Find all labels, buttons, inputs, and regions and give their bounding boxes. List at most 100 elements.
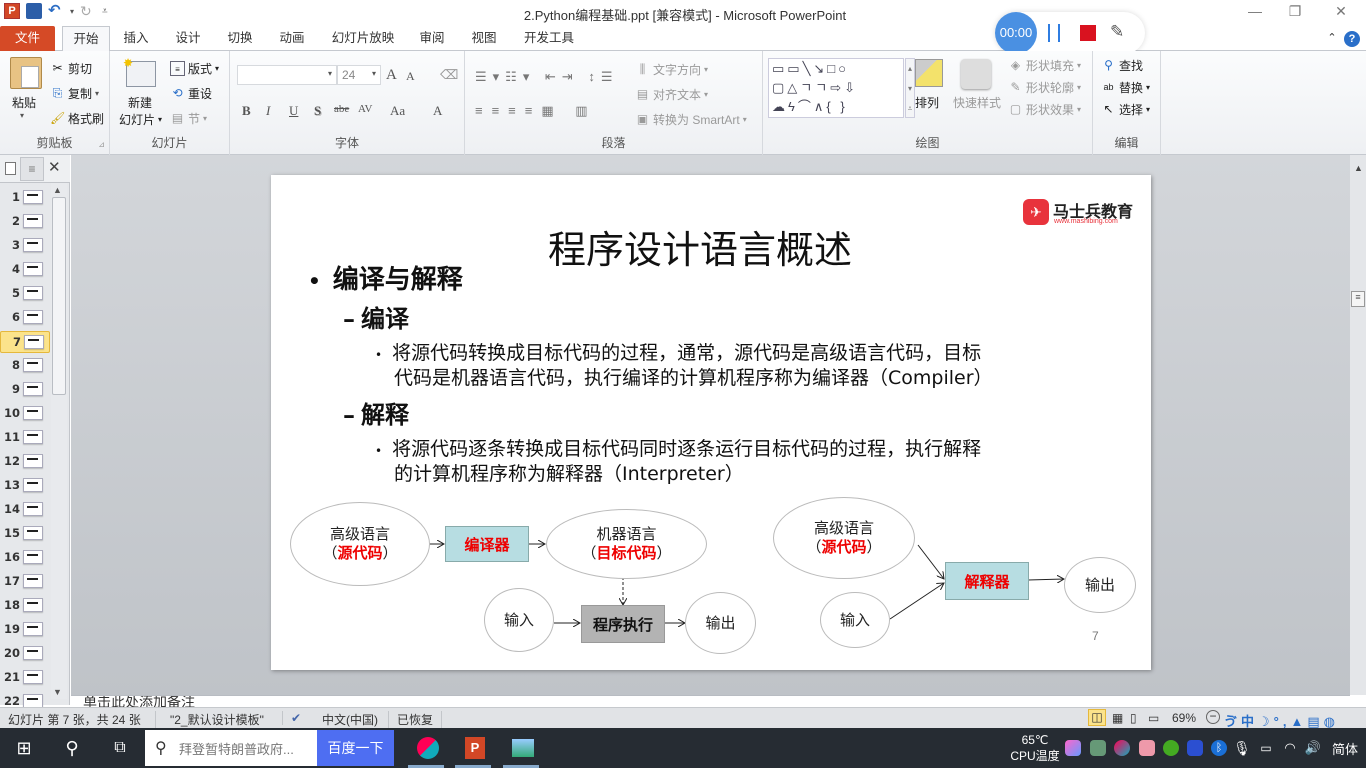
undo-dropdown-icon[interactable]: ▾ bbox=[70, 7, 74, 16]
tab-animations[interactable]: 动画 bbox=[270, 26, 314, 51]
close-pane-icon[interactable]: ✕ bbox=[48, 158, 61, 176]
bold-button[interactable]: B bbox=[242, 103, 251, 119]
notes-pane[interactable]: 单击此处添加备注 bbox=[71, 695, 1350, 707]
text-direction-button[interactable]: ⫼ 文字方向 ▾ bbox=[635, 61, 708, 78]
replace-button[interactable]: ab 替换 ▾ bbox=[1101, 79, 1150, 96]
slide-thumbnail[interactable]: 16 bbox=[0, 547, 50, 569]
new-slide-dropdown[interactable]: 幻灯片 ▾ bbox=[119, 111, 162, 128]
app-icon-browser[interactable] bbox=[408, 728, 448, 768]
tab-design[interactable]: 设计 bbox=[166, 26, 210, 51]
slides-tab-icon[interactable] bbox=[5, 162, 16, 175]
select-button[interactable]: ↖ 选择 ▾ bbox=[1101, 101, 1150, 118]
shapes-gallery-scroll[interactable]: ▴ ▾ ⩡ bbox=[905, 58, 915, 118]
app-icon-photos[interactable] bbox=[503, 728, 543, 768]
outline-tab-icon[interactable]: ≡ bbox=[20, 157, 44, 181]
normal-view-icon[interactable]: ◫ bbox=[1088, 709, 1106, 726]
format-painter-button[interactable]: 🖌 格式刷 bbox=[50, 110, 104, 127]
save-icon[interactable] bbox=[26, 3, 42, 19]
slide-thumbnail[interactable]: 9 bbox=[0, 379, 50, 401]
slide-thumbnail[interactable]: 7 bbox=[0, 331, 50, 353]
recording-timer[interactable]: 00:00 bbox=[995, 12, 1037, 54]
slide-sorter-view-icon[interactable]: ▦ bbox=[1112, 711, 1123, 725]
slide-thumbnail[interactable]: 12 bbox=[0, 451, 50, 473]
scroll-thumb[interactable]: ≡ bbox=[1351, 291, 1365, 307]
arrange-button[interactable]: 排列 bbox=[915, 94, 939, 111]
tray-nvidia-icon[interactable] bbox=[1163, 740, 1179, 756]
tray-flower-icon[interactable] bbox=[1139, 740, 1155, 756]
pen-icon[interactable]: ✎ bbox=[1110, 22, 1124, 42]
node-input-2[interactable]: 输入 bbox=[820, 592, 890, 648]
thumbnail-scroll-thumb[interactable] bbox=[52, 197, 66, 395]
new-slide-icon[interactable]: ✸ bbox=[123, 56, 156, 87]
slideshow-view-icon[interactable]: ▭ bbox=[1148, 711, 1159, 725]
scroll-down-icon[interactable]: ▼ bbox=[53, 687, 62, 697]
slide-thumbnail[interactable]: 15 bbox=[0, 523, 50, 545]
shrink-font-button[interactable]: A bbox=[406, 69, 415, 84]
slide-thumbnail[interactable]: 19 bbox=[0, 619, 50, 641]
node-output[interactable]: 输出 bbox=[685, 592, 756, 654]
align-buttons[interactable]: ≡≡≡≡▦ ▥ bbox=[475, 103, 597, 119]
slide-thumbnail[interactable]: 13 bbox=[0, 475, 50, 497]
shapes-gallery[interactable]: ▭▭╲↘□○ ▢△ㄱㄱ⇨⇩ ☁ϟ⌒∧{ } bbox=[768, 58, 904, 118]
minimize-ribbon-icon[interactable]: ⌃ bbox=[1322, 26, 1342, 51]
stop-icon[interactable] bbox=[1080, 25, 1096, 41]
dialog-launcher-icon[interactable]: ⊿ bbox=[98, 140, 105, 149]
compiler-box[interactable]: 编译器 bbox=[445, 526, 529, 562]
slide-thumbnail[interactable]: 2 bbox=[0, 211, 50, 233]
shape-effects-button[interactable]: ▢ 形状效果 ▾ bbox=[1008, 101, 1081, 118]
tab-file[interactable]: 文件 bbox=[0, 26, 55, 51]
pause-icon[interactable] bbox=[1048, 24, 1060, 42]
slide-thumbnail[interactable]: 4 bbox=[0, 259, 50, 281]
node-input[interactable]: 输入 bbox=[484, 588, 554, 652]
copy-button[interactable]: ⎘ 复制 ▾ bbox=[50, 85, 99, 102]
ime-language[interactable]: 简体 bbox=[1328, 728, 1362, 768]
grow-font-button[interactable]: A bbox=[386, 67, 397, 84]
paste-dropdown-icon[interactable]: ▾ bbox=[20, 111, 24, 120]
tab-view[interactable]: 视图 bbox=[462, 26, 506, 51]
tab-transitions[interactable]: 切换 bbox=[218, 26, 262, 51]
reading-view-icon[interactable]: ▯ bbox=[1130, 711, 1137, 725]
clear-format-icon[interactable]: ⌫ bbox=[440, 67, 458, 83]
slide-thumbnail[interactable]: 8 bbox=[0, 355, 50, 377]
tab-home[interactable]: 开始 bbox=[62, 26, 110, 52]
tray-browser-icon[interactable] bbox=[1114, 740, 1130, 756]
tab-slideshow[interactable]: 幻灯片放映 bbox=[326, 26, 400, 51]
customize-qat-icon[interactable]: ⩡ bbox=[102, 6, 108, 17]
reset-button[interactable]: ⟲ 重设 bbox=[170, 85, 212, 102]
tab-review[interactable]: 审阅 bbox=[410, 26, 454, 51]
slide-vertical-scrollbar[interactable]: ▲ ≡ bbox=[1350, 155, 1366, 695]
undo-icon[interactable]: ↶ bbox=[48, 3, 64, 19]
slide-thumbnail[interactable]: 10 bbox=[0, 403, 50, 425]
execute-box[interactable]: 程序执行 bbox=[581, 605, 665, 643]
baidu-search-button[interactable]: 百度一下 bbox=[317, 730, 394, 766]
layout-button[interactable]: ≡ 版式 ▾ bbox=[170, 60, 219, 77]
node-source-code[interactable]: 高级语言 （源代码） bbox=[290, 502, 430, 586]
slide-thumbnail[interactable]: 5 bbox=[0, 283, 50, 305]
node-target-code[interactable]: 机器语言 （目标代码） bbox=[546, 509, 707, 579]
smartart-button[interactable]: ▣ 转换为 SmartArt ▾ bbox=[635, 111, 747, 128]
slide-thumbnail[interactable]: 14 bbox=[0, 499, 50, 521]
language[interactable]: 中文(中国) bbox=[322, 711, 378, 728]
char-spacing-button[interactable]: AV bbox=[358, 103, 372, 115]
battery-icon[interactable]: ▭ bbox=[1256, 728, 1276, 768]
interpreter-box[interactable]: 解释器 bbox=[945, 562, 1029, 600]
shape-outline-button[interactable]: ✎ 形状轮廓 ▾ bbox=[1008, 79, 1081, 96]
spellcheck-icon[interactable]: ✔ bbox=[282, 711, 301, 725]
volume-icon[interactable]: 🔊 bbox=[1302, 728, 1324, 768]
font-color-button[interactable]: A bbox=[433, 103, 442, 119]
cut-button[interactable]: ✂ 剪切 bbox=[50, 60, 92, 77]
zoom-out-icon[interactable]: − bbox=[1206, 710, 1220, 724]
node-source-code-2[interactable]: 高级语言 （源代码） bbox=[773, 497, 915, 579]
slide-thumbnail[interactable]: 17 bbox=[0, 571, 50, 593]
tray-shield-icon[interactable] bbox=[1187, 740, 1203, 756]
node-output-2[interactable]: 输出 bbox=[1064, 557, 1136, 613]
align-text-button[interactable]: ▤ 对齐文本 ▾ bbox=[635, 86, 708, 103]
close-button[interactable]: ✕ bbox=[1318, 3, 1364, 23]
redo-icon[interactable]: ↻ bbox=[80, 3, 96, 19]
bluetooth-icon[interactable]: ᛒ bbox=[1211, 740, 1227, 756]
tab-developer[interactable]: 开发工具 bbox=[516, 26, 582, 51]
italic-button[interactable]: I bbox=[266, 103, 270, 119]
tray-user-icon[interactable] bbox=[1090, 740, 1106, 756]
underline-button[interactable]: U bbox=[289, 103, 298, 119]
find-button[interactable]: ⚲ 查找 bbox=[1101, 57, 1143, 74]
